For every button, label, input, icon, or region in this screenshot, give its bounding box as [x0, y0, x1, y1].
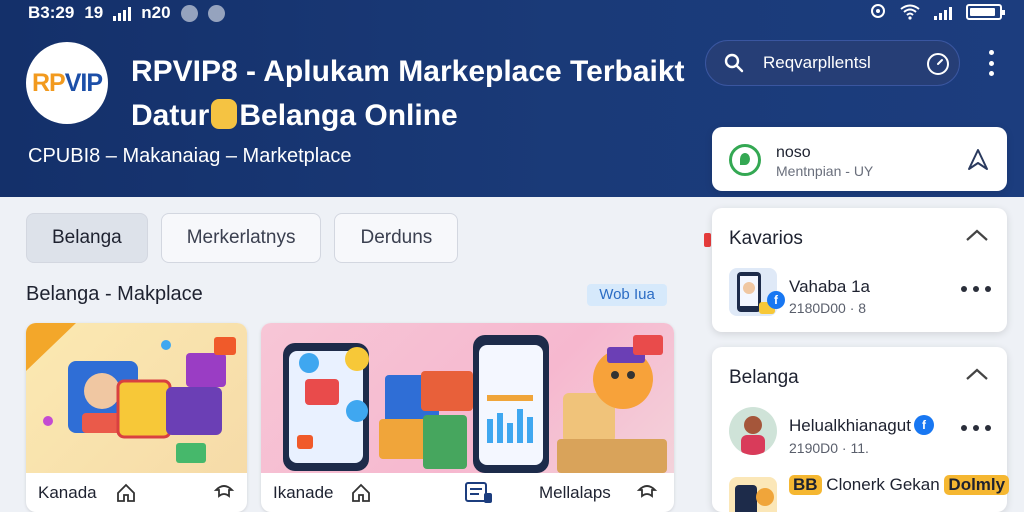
facebook-icon: f	[914, 415, 934, 435]
status-carrier: n20	[141, 3, 171, 22]
share-icon[interactable]	[635, 482, 659, 504]
card-label: Ikanade	[273, 483, 334, 502]
product-card[interactable]: Kanada	[26, 323, 247, 512]
search-icon	[724, 53, 744, 73]
history-icon[interactable]	[925, 51, 951, 77]
search-input[interactable]: Reqvarpllentsl	[763, 53, 871, 73]
brand-icon	[729, 144, 761, 176]
item-meta: 2190D0 · 11.	[789, 440, 869, 456]
send-icon[interactable]	[965, 147, 991, 173]
product-image	[26, 323, 247, 473]
promo-text[interactable]: BB Clonerk Gekan Dolmly	[789, 475, 1010, 495]
item-meta: 2180D00 · 8	[789, 300, 867, 316]
more-icon[interactable]	[961, 425, 991, 431]
item-title: Helualkhianagut	[789, 416, 911, 435]
status-time: B3:29	[28, 3, 75, 22]
panel-heading: Kavarios	[729, 228, 803, 249]
card-footer: Kanada	[26, 473, 247, 512]
chip-deals[interactable]: Derduns	[334, 213, 459, 263]
status-bar: B3:29 19 n20	[0, 0, 1024, 26]
card-label-secondary: Mellalaps	[539, 483, 611, 502]
account-subtitle: Mentnpian - UY	[776, 163, 874, 179]
page-subtitle: CPUBI8 – Makanaiag – Marketplace	[28, 145, 352, 167]
signal-icon	[113, 6, 132, 21]
section-badge[interactable]: Wob Iua	[587, 284, 667, 306]
item-title: Vahaba 1a	[789, 277, 870, 296]
chip-belanga[interactable]: Belanga	[26, 213, 148, 263]
clock-icon	[207, 4, 225, 22]
signal-bars-icon	[934, 5, 952, 20]
panel-heading: Belanga	[729, 367, 799, 388]
search-bar[interactable]: Reqvarpllentsl	[705, 40, 960, 86]
product-image	[261, 323, 674, 473]
item-avatar	[729, 407, 777, 455]
share-icon[interactable]	[212, 482, 236, 504]
receipt-icon[interactable]	[464, 481, 494, 505]
app-logo: RP VIP	[26, 42, 108, 124]
account-card[interactable]: noso Mentnpian - UY	[712, 127, 1007, 191]
card-label: Kanada	[38, 483, 97, 502]
indicator-mark	[704, 233, 711, 247]
chip-marketplace[interactable]: Merkerlatnys	[160, 213, 322, 263]
wifi-icon	[900, 4, 920, 20]
home-icon[interactable]	[115, 482, 137, 504]
page-title: RPVIP8 - Aplukam Markeplace Terbaikt Dat…	[131, 55, 685, 132]
facebook-icon: f	[767, 291, 785, 309]
location-icon	[871, 4, 885, 18]
item-thumbnail	[729, 477, 777, 512]
chevron-up-icon[interactable]	[965, 367, 989, 381]
section-title: Belanga - Makplace	[26, 283, 203, 305]
home-icon[interactable]	[350, 482, 372, 504]
favorites-panel: Kavarios f Vahaba 1a 2180D00 · 8	[712, 208, 1007, 332]
account-title: noso	[776, 144, 811, 161]
status-extra: 19	[84, 3, 104, 22]
chevron-up-icon[interactable]	[965, 228, 989, 242]
more-icon[interactable]	[983, 50, 999, 76]
category-chips: Belanga Merkerlatnys Derduns	[26, 213, 459, 263]
notification-icon	[180, 4, 198, 22]
emoji-icon	[211, 99, 238, 129]
product-card[interactable]: Ikanade Mellalaps	[261, 323, 674, 512]
more-icon[interactable]	[961, 286, 991, 292]
card-footer: Ikanade Mellalaps	[261, 473, 674, 512]
shopping-panel: Belanga f Helualkhianagut 2190D0 · 11. B…	[712, 347, 1010, 512]
battery-icon	[966, 4, 1005, 20]
